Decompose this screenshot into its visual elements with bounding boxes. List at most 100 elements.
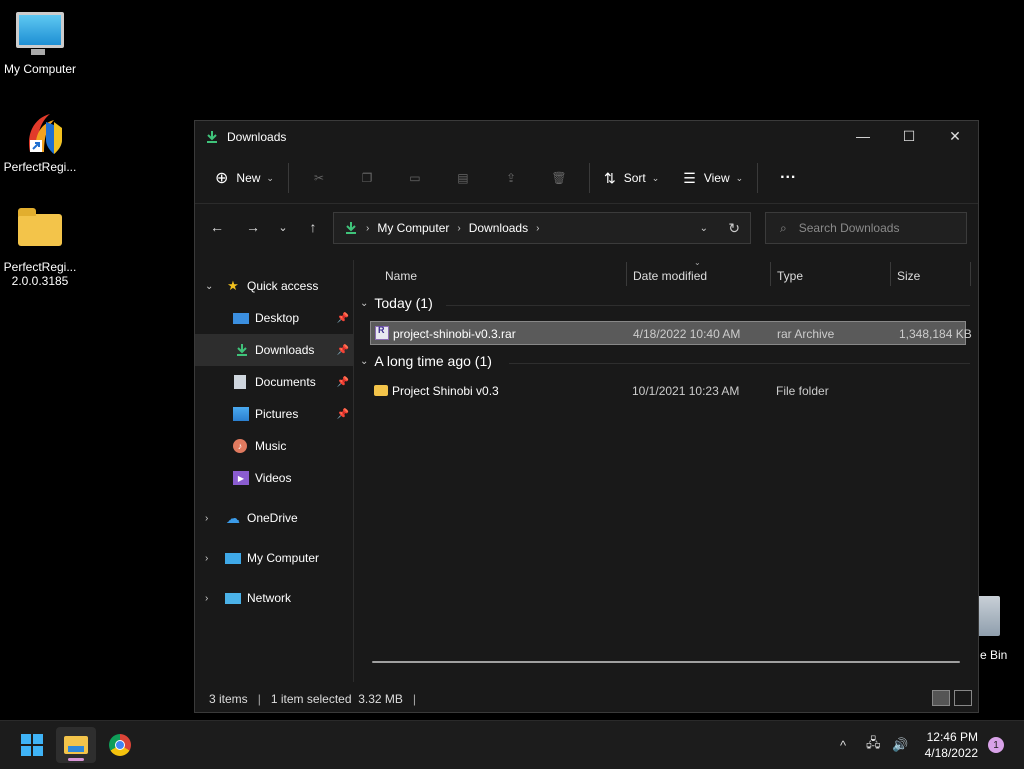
nav-onedrive[interactable]: › ☁ OneDrive [195, 502, 353, 534]
share-button[interactable]: ⇪ [487, 162, 535, 194]
paste-button[interactable]: ▭ [391, 162, 439, 194]
column-name[interactable]: Name [385, 266, 417, 286]
pin-icon[interactable]: 📌 [337, 409, 349, 420]
folder-icon [18, 208, 62, 246]
file-explorer-icon [64, 736, 88, 754]
copy-icon: ❐ [361, 171, 373, 185]
copy-button[interactable]: ❐ [343, 162, 391, 194]
column-divider[interactable] [890, 262, 891, 286]
clock-time: 12:46 PM [926, 730, 978, 744]
column-type[interactable]: Type [777, 266, 803, 286]
show-hidden-icons-button[interactable]: ^ [840, 721, 846, 769]
cut-button[interactable]: ✂ [295, 162, 343, 194]
horizontal-scrollbar[interactable] [372, 661, 960, 663]
new-button[interactable]: ⊕ New ⌄ [207, 162, 282, 194]
folder-icon [374, 385, 388, 396]
pin-icon[interactable]: 📌 [337, 377, 349, 388]
minimize-button[interactable]: — [840, 121, 886, 151]
close-button[interactable]: ✕ [932, 121, 978, 151]
file-row-project-shinobi-rar[interactable]: project-shinobi-v0.3.rar 4/18/2022 10:40 … [370, 321, 972, 345]
maximize-button[interactable]: ☐ [886, 121, 932, 151]
sort-label: Sort [623, 171, 646, 185]
start-button[interactable] [12, 727, 52, 763]
nav-item-pictures[interactable]: Pictures 📌 [195, 398, 353, 430]
search-icon: ⌕ [780, 220, 787, 235]
perfectregistry-logo-icon [16, 112, 64, 156]
arrow-right-icon: → [246, 219, 260, 235]
new-label: New [236, 171, 261, 185]
nav-item-music[interactable]: ♪ Music [195, 430, 353, 462]
nav-label: Pictures [255, 407, 299, 421]
address-bar[interactable]: › My Computer › Downloads › ⌄ ↻ [333, 212, 751, 244]
group-header-today[interactable]: ⌄ Today (1) [360, 295, 433, 311]
system-clock[interactable]: 12:46 PM 4/18/2022 [920, 729, 978, 761]
status-selection: 1 item selected 3.32 MB [270, 692, 403, 706]
nav-item-documents[interactable]: Documents 📌 [195, 366, 353, 398]
nav-item-downloads[interactable]: Downloads 📌 [195, 334, 353, 366]
column-divider[interactable] [770, 262, 771, 286]
group-label: A long time ago (1) [374, 353, 492, 369]
desktop-icon-perfectregistry-shortcut[interactable]: PerfectRegi... [0, 112, 80, 174]
nav-network[interactable]: › Network [195, 582, 353, 614]
nav-label: Music [255, 439, 287, 453]
file-date: 4/18/2022 10:40 AM [633, 327, 741, 341]
status-item-count: 3 items [209, 692, 248, 706]
group-header-long-ago[interactable]: ⌄ A long time ago (1) [360, 353, 492, 369]
recent-locations-button[interactable]: ⌄ [267, 211, 299, 243]
scissors-icon: ✂ [313, 171, 324, 185]
sort-button[interactable]: ⇅ Sort ⌄ [596, 162, 667, 194]
chevron-right-icon: › [366, 222, 370, 234]
arrow-left-icon: ← [210, 219, 224, 235]
desktop-icon-perfectregistry-folder[interactable]: PerfectRegi... 2.0.0.3185 [0, 208, 80, 288]
title-bar[interactable]: Downloads — ☐ ✕ [195, 121, 978, 153]
download-arrow-icon [346, 222, 356, 234]
refresh-icon[interactable]: ↻ [728, 220, 740, 237]
chevron-down-icon: ⌄ [735, 172, 744, 183]
notification-badge[interactable]: 1 [988, 737, 1004, 753]
up-button[interactable]: ↑ [297, 211, 329, 243]
details-view-button[interactable] [932, 690, 950, 706]
network-icon [225, 592, 241, 604]
nav-item-desktop[interactable]: Desktop 📌 [195, 302, 353, 334]
group-divider [509, 363, 970, 364]
delete-button[interactable]: 🗑 [535, 162, 583, 194]
monitor-icon [225, 552, 241, 564]
rename-button[interactable]: ▤ [439, 162, 487, 194]
nav-my-computer[interactable]: › My Computer [195, 542, 353, 574]
nav-label: Network [247, 591, 292, 605]
command-bar: ⊕ New ⌄ ✂ ❐ ▭ ▤ ⇪ 🗑 ⇅ Sort ⌄ ☰ View ⌄ ··… [195, 153, 978, 204]
more-dots-icon: ··· [780, 169, 797, 186]
view-label: View [703, 171, 730, 185]
file-row-project-shinobi-folder[interactable]: Project Shinobi v0.3 10/1/2021 10:23 AM … [370, 379, 966, 403]
view-button[interactable]: ☰ View ⌄ [675, 162, 751, 194]
download-arrow-icon [207, 131, 217, 143]
pin-icon[interactable]: 📌 [337, 313, 349, 324]
column-divider[interactable] [970, 262, 971, 286]
search-input[interactable] [796, 220, 951, 236]
column-label: Date modified [633, 269, 708, 283]
group-divider [446, 305, 970, 306]
column-size[interactable]: Size [897, 266, 920, 286]
column-header: Name Date modified ⌄ Type Size [354, 258, 978, 290]
large-icons-view-button[interactable] [954, 690, 972, 706]
nav-quick-access[interactable]: ⌄ ★ Quick access [195, 270, 353, 302]
breadcrumb-my-computer[interactable]: My Computer [377, 221, 449, 235]
taskbar-file-explorer[interactable] [56, 727, 96, 763]
taskbar-chrome[interactable] [100, 727, 140, 763]
back-button[interactable]: ← [201, 211, 233, 243]
address-dropdown-icon[interactable]: ⌄ [700, 223, 708, 234]
search-box[interactable]: ⌕ [765, 212, 967, 244]
chevron-down-icon: ⌄ [266, 172, 274, 183]
desktop-icon-my-computer[interactable]: My Computer [0, 12, 80, 76]
volume-tray-button[interactable]: 🔊 [892, 721, 908, 769]
chevron-right-icon[interactable]: › [536, 223, 539, 234]
status-bar: 3 items | 1 item selected 3.32 MB | [195, 686, 978, 712]
column-divider[interactable] [626, 262, 627, 286]
nav-item-videos[interactable]: ▶ Videos [195, 462, 353, 494]
pin-icon[interactable]: 📌 [337, 345, 349, 356]
network-tray-button[interactable]: 🖧 [866, 721, 881, 769]
see-more-button[interactable]: ··· [764, 162, 812, 194]
breadcrumb-downloads[interactable]: Downloads [469, 221, 528, 235]
column-date-modified[interactable]: Date modified [633, 266, 707, 286]
forward-button[interactable]: → [237, 211, 269, 243]
